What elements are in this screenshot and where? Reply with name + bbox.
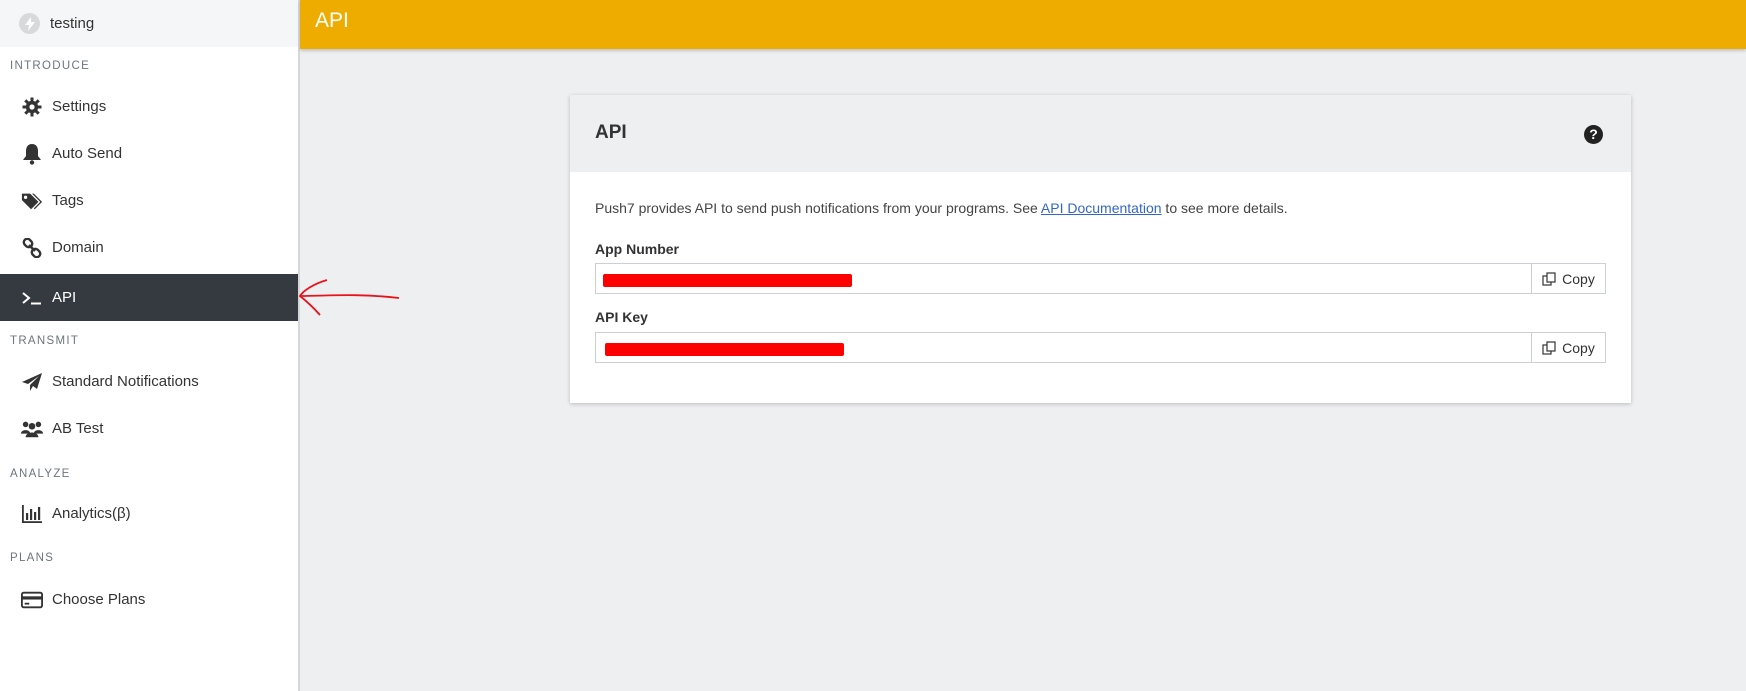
copy-icon: [1542, 271, 1556, 286]
api-key-group: Copy: [595, 332, 1606, 363]
sidebar-item-ab-test[interactable]: AB Test: [0, 405, 298, 452]
sidebar-item-label: Choose Plans: [52, 591, 146, 608]
sidebar-item-label: AB Test: [52, 420, 104, 437]
gear-icon: [21, 96, 43, 118]
app-name: testing: [50, 15, 95, 32]
bell-icon: [21, 143, 43, 165]
bar-chart-icon: [21, 503, 43, 525]
terminal-icon: [21, 287, 43, 309]
sidebar-item-label: Analytics(β): [52, 505, 131, 522]
page-title: API: [315, 9, 349, 32]
api-key-label: API Key: [595, 309, 648, 325]
sidebar: testing INTRODUCE Settings Auto Send Tag…: [0, 0, 300, 691]
section-plans: PLANS: [10, 552, 55, 564]
card-title: API: [595, 122, 627, 143]
copy-api-key-button[interactable]: Copy: [1531, 332, 1606, 363]
api-card: API ? Push7 provides API to send push no…: [570, 95, 1631, 403]
copy-label: Copy: [1562, 270, 1595, 287]
sidebar-item-auto-send[interactable]: Auto Send: [0, 130, 298, 177]
sidebar-item-label: Settings: [52, 98, 107, 115]
sidebar-item-settings[interactable]: Settings: [0, 83, 298, 130]
section-introduce: INTRODUCE: [10, 60, 91, 72]
sidebar-item-label: Tags: [52, 192, 84, 209]
sidebar-item-choose-plans[interactable]: Choose Plans: [0, 576, 298, 623]
sidebar-item-standard-notifications[interactable]: Standard Notifications: [0, 358, 298, 405]
sidebar-item-api[interactable]: API: [0, 274, 298, 321]
paper-plane-icon: [21, 371, 43, 393]
copy-app-number-button[interactable]: Copy: [1531, 263, 1606, 294]
section-analyze: ANALYZE: [10, 468, 71, 480]
app-number-group: Copy: [595, 263, 1606, 294]
section-transmit: TRANSMIT: [10, 335, 80, 347]
app-number-label: App Number: [595, 241, 679, 257]
description-text-tail: to see more details.: [1161, 200, 1288, 216]
users-icon: [21, 418, 43, 440]
sidebar-item-analytics[interactable]: Analytics(β): [0, 490, 298, 537]
copy-icon: [1542, 340, 1556, 355]
app-switcher[interactable]: testing: [0, 0, 298, 47]
top-header: API: [300, 0, 1746, 49]
api-documentation-link[interactable]: API Documentation: [1041, 200, 1162, 216]
annotation-arrow-icon: [298, 279, 400, 316]
bolt-icon: [19, 13, 40, 34]
copy-label: Copy: [1562, 339, 1595, 356]
question-circle-icon[interactable]: ?: [1584, 125, 1603, 144]
app-number-input[interactable]: [595, 263, 1531, 294]
tags-icon: [21, 190, 43, 212]
sidebar-item-label: API: [52, 289, 77, 306]
sidebar-item-label: Domain: [52, 239, 104, 256]
sidebar-item-tags[interactable]: Tags: [0, 177, 298, 224]
credit-card-icon: [21, 589, 43, 611]
link-icon: [21, 237, 43, 259]
api-description: Push7 provides API to send push notifica…: [595, 200, 1288, 216]
sidebar-item-label: Standard Notifications: [52, 373, 199, 390]
sidebar-item-domain[interactable]: Domain: [0, 224, 298, 271]
card-header: API ?: [570, 95, 1631, 172]
api-key-input[interactable]: [595, 332, 1531, 363]
redaction-mark: [605, 343, 844, 356]
redaction-mark: [603, 274, 852, 287]
sidebar-item-label: Auto Send: [52, 145, 123, 162]
description-text: Push7 provides API to send push notifica…: [595, 200, 1041, 216]
